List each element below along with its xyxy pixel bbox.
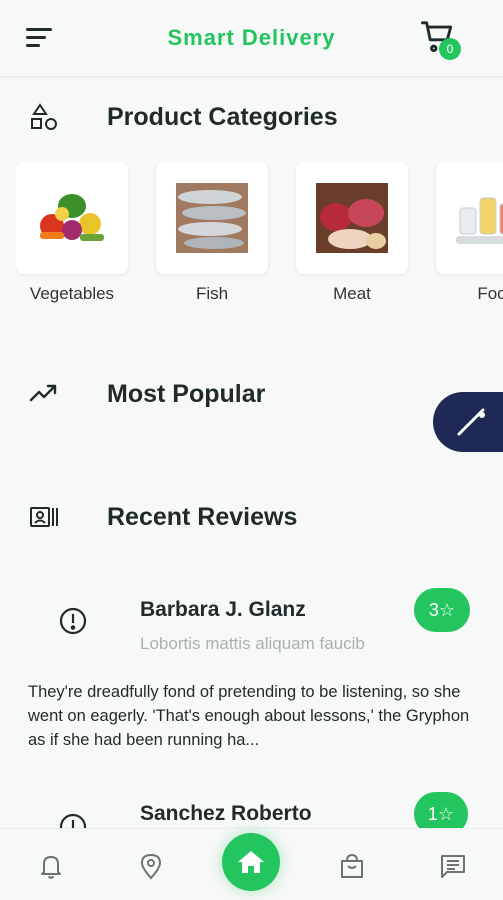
category-label: Vegetables [29,284,115,303]
shopping-bag-icon[interactable] [337,851,367,881]
trending-up-icon [29,384,57,402]
shapes-icon [31,103,57,130]
rating-badge: 3☆ [414,588,470,632]
popular-header: Most Popular [0,374,503,414]
categories-title: Product Categories [107,102,338,131]
popular-title: Most Popular [107,379,266,408]
reviews-title: Recent Reviews [107,502,298,531]
menu-icon[interactable] [26,28,54,50]
review-subtitle: Lobortis mattis aliquam faucib [140,634,365,653]
location-pin-icon[interactable] [136,851,166,881]
reviews-header: Recent Reviews [0,497,503,537]
reviews-icon [30,507,58,527]
category-list: Vegetables Fish Meat Foo [16,162,503,312]
category-label: Fish [195,284,229,303]
home-icon [238,851,264,873]
category-label: Foo [477,284,503,303]
review-text: They're dreadfully fond of pretending to… [28,683,470,749]
category-fish[interactable]: Fish [156,162,268,304]
brush-icon [457,408,485,436]
category-meat[interactable]: Meat [296,162,408,304]
category-image-fish [156,162,268,274]
rating-badge: 1☆ [414,792,468,828]
reviewer-name: Barbara J. Glanz [140,598,306,621]
floating-action-button[interactable] [433,392,503,452]
categories-header: Product Categories [0,97,503,137]
cart-count-badge: 0 [439,38,461,60]
chat-icon[interactable] [438,851,468,881]
category-label: Meat [333,284,371,303]
category-image-vegetables [16,162,128,274]
bottom-navigation [0,828,503,900]
category-food[interactable]: Foo [436,162,503,304]
alert-circle-icon [59,813,87,828]
review-card[interactable]: Sanchez Roberto 1☆ [0,792,503,828]
home-button[interactable] [222,833,280,891]
category-image-food [436,162,503,274]
bell-icon[interactable] [36,851,66,881]
category-vegetables[interactable]: Vegetables [16,162,128,304]
app-title: Smart Delivery [167,25,336,50]
reviewer-name: Sanchez Roberto [140,802,312,825]
cart-button[interactable]: 0 [421,20,461,60]
app-header: Smart Delivery 0 [0,0,503,78]
category-image-meat [296,162,408,274]
alert-circle-icon [59,607,87,635]
